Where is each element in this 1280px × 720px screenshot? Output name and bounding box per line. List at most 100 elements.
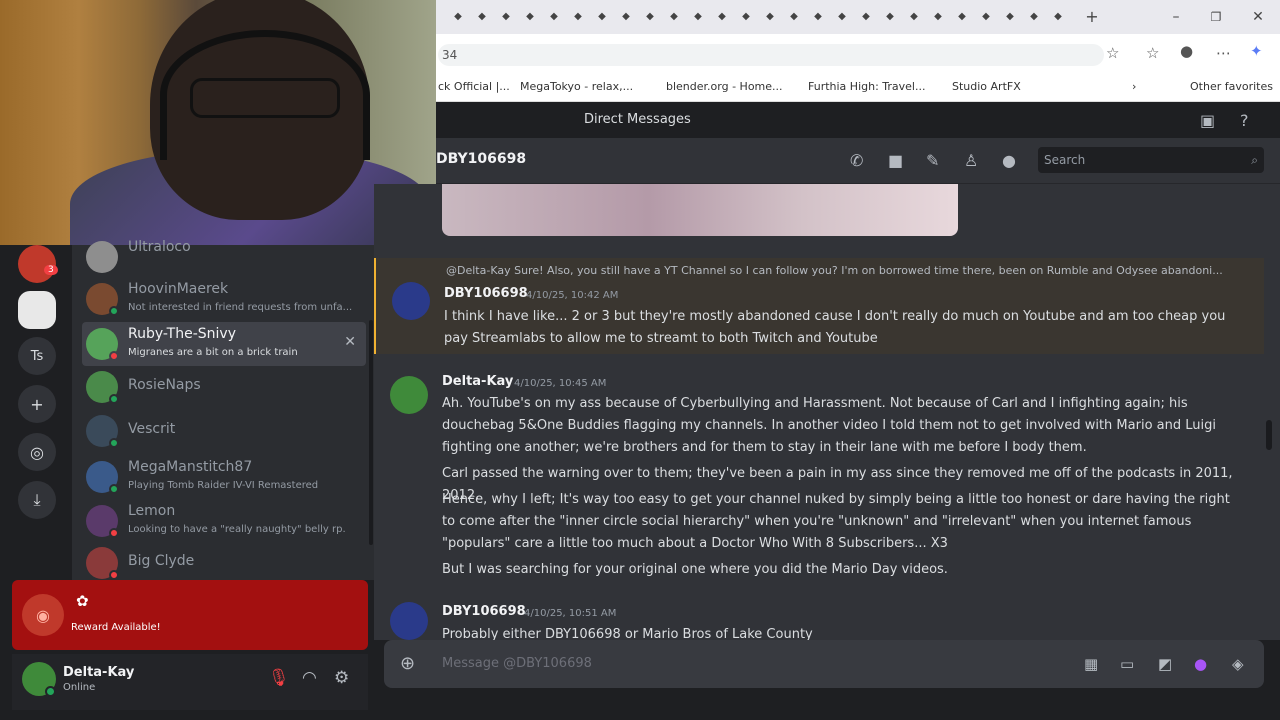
browser-tab[interactable]: ◆ xyxy=(688,7,708,27)
browser-tab[interactable]: ◆ xyxy=(904,7,924,27)
message-author[interactable]: Delta-Kay xyxy=(442,374,513,389)
browser-tab[interactable]: ◆ xyxy=(1024,7,1044,27)
more-menu-icon[interactable]: ⋯ xyxy=(1216,44,1231,62)
dm-item[interactable]: Ultraloco xyxy=(82,235,366,279)
bookmark-item[interactable]: Furthia High: Travel... xyxy=(808,80,925,93)
server-icon[interactable]: Ts xyxy=(18,337,56,375)
inbox-icon[interactable]: ▣ xyxy=(1200,111,1215,130)
profile-icon[interactable]: ● xyxy=(1180,42,1193,60)
browser-tab[interactable]: ◆ xyxy=(928,7,948,27)
search-input[interactable]: Search ⌕ xyxy=(1038,147,1264,173)
discover-icon[interactable]: ◎ xyxy=(18,433,56,471)
bookmark-item[interactable]: ck Official |... xyxy=(438,80,510,93)
browser-tab[interactable]: ◆ xyxy=(760,7,780,27)
server-icon[interactable] xyxy=(18,291,56,329)
video-icon[interactable]: ■ xyxy=(888,151,903,170)
dm-item[interactable]: RosieNaps xyxy=(82,365,366,409)
message-text: But I was searching for your original on… xyxy=(442,562,948,577)
mute-icon[interactable]: 🎙 xyxy=(268,668,290,688)
attach-icon[interactable]: ⊕ xyxy=(400,653,415,674)
user-status: Online xyxy=(63,682,96,693)
download-icon[interactable]: ⤓ xyxy=(18,481,56,519)
browser-tab[interactable]: ◆ xyxy=(616,7,636,27)
headphones-icon[interactable]: ◠ xyxy=(302,668,317,688)
avatar[interactable] xyxy=(392,282,430,320)
chat-header: DBY106698 ✆ ■ ✎ ♙ ● Search ⌕ xyxy=(436,138,1280,184)
bookmark-item[interactable]: Studio ArtFX xyxy=(952,80,1021,93)
dm-name: Big Clyde xyxy=(128,553,195,569)
browser-tab[interactable]: ◆ xyxy=(808,7,828,27)
browser-tab[interactable]: ◆ xyxy=(640,7,660,27)
message-highlighted: @Delta-Kay Sure! Also, you still have a … xyxy=(374,258,1264,354)
browser-tab[interactable]: ◆ xyxy=(568,7,588,27)
browser-tab[interactable]: ◆ xyxy=(880,7,900,27)
dm-item-selected[interactable]: Ruby-The-Snivy Migranes are a bit on a b… xyxy=(82,322,366,366)
gift-icon[interactable]: ▦ xyxy=(1084,655,1098,673)
dm-item[interactable]: Big Clyde xyxy=(82,541,366,585)
server-icon[interactable]: 3 xyxy=(18,245,58,283)
bookmark-item[interactable]: Other favorites xyxy=(1190,80,1273,93)
bookmark-item[interactable]: blender.org - Home... xyxy=(666,80,783,93)
browser-tab[interactable]: ◆ xyxy=(832,7,852,27)
copilot-icon[interactable]: ✦ xyxy=(1250,42,1263,60)
help-icon[interactable]: ? xyxy=(1240,111,1249,130)
dm-item[interactable]: Lemon Looking to have a "really naughty"… xyxy=(82,499,366,543)
apps-icon[interactable]: ◈ xyxy=(1232,655,1244,673)
message-composer[interactable]: ⊕ Message @DBY106698 ▦ ▭ ◩ ● ◈ xyxy=(384,640,1264,688)
browser-tab[interactable]: ◆ xyxy=(856,7,876,27)
browser-tab[interactable]: ◆ xyxy=(592,7,612,27)
dm-status-text: Playing Tomb Raider IV-VI Remastered xyxy=(128,480,319,491)
close-dm-icon[interactable]: ✕ xyxy=(344,334,356,350)
browser-tab[interactable]: ◆ xyxy=(1000,7,1020,27)
maximize-icon[interactable]: ❐ xyxy=(1206,7,1226,27)
browser-tab[interactable]: ◆ xyxy=(544,7,564,27)
dm-name: RosieNaps xyxy=(128,377,201,393)
message-author[interactable]: DBY106698 xyxy=(444,286,528,301)
dm-item[interactable]: HoovinMaerek Not interested in friend re… xyxy=(82,277,366,321)
favorites-icon[interactable]: ☆ xyxy=(1146,44,1159,62)
dm-name: Ruby-The-Snivy xyxy=(128,326,236,342)
chevron-right-icon[interactable]: › xyxy=(1132,80,1136,93)
close-window-icon[interactable]: ✕ xyxy=(1248,7,1268,27)
add-friend-icon[interactable]: ♙ xyxy=(964,151,978,170)
dm-item[interactable]: MegaManstitch87 Playing Tomb Raider IV-V… xyxy=(82,455,366,499)
message-author[interactable]: DBY106698 xyxy=(442,604,526,619)
gif-icon[interactable]: ▭ xyxy=(1120,655,1134,673)
browser-tab[interactable]: ◆ xyxy=(952,7,972,27)
reward-banner[interactable]: ◉ ✿ Reward Available! xyxy=(12,580,368,650)
emoji-icon[interactable]: ● xyxy=(1194,655,1207,673)
add-server-icon[interactable]: + xyxy=(18,385,56,423)
browser-tab[interactable]: ◆ xyxy=(496,7,516,27)
dm-status-text: Migranes are a bit on a brick train xyxy=(128,347,298,358)
browser-tab[interactable]: ◆ xyxy=(664,7,684,27)
bookmarks-bar: ck Official |... MegaTokyo - relax,... b… xyxy=(436,74,1280,102)
browser-tab[interactable]: ◆ xyxy=(976,7,996,27)
star-icon[interactable]: ☆ xyxy=(1106,44,1119,62)
scrollbar[interactable] xyxy=(1266,420,1272,450)
settings-icon[interactable]: ⚙ xyxy=(334,668,349,688)
avatar[interactable] xyxy=(390,376,428,414)
browser-tab[interactable]: ◆ xyxy=(736,7,756,27)
browser-tab[interactable]: ◆ xyxy=(448,7,468,27)
avatar[interactable] xyxy=(390,602,428,640)
bookmark-item[interactable]: MegaTokyo - relax,... xyxy=(520,80,633,93)
profile-icon[interactable]: ● xyxy=(1002,151,1016,170)
status-indicator xyxy=(45,686,56,697)
pin-icon[interactable]: ✎ xyxy=(926,151,939,170)
reply-preview[interactable]: @Delta-Kay Sure! Also, you still have a … xyxy=(446,264,1246,277)
browser-tab[interactable]: ◆ xyxy=(1048,7,1068,27)
status-indicator xyxy=(109,438,119,448)
sticker-icon[interactable]: ◩ xyxy=(1158,655,1172,673)
new-tab-icon[interactable]: + xyxy=(1082,7,1102,27)
browser-tab[interactable]: ◆ xyxy=(784,7,804,27)
image-attachment[interactable] xyxy=(442,184,958,236)
browser-tab[interactable]: ◆ xyxy=(472,7,492,27)
call-icon[interactable]: ✆ xyxy=(850,151,863,170)
address-bar[interactable]: 34 xyxy=(438,44,1104,66)
message-input[interactable]: Message @DBY106698 xyxy=(442,656,592,671)
browser-tab[interactable]: ◆ xyxy=(520,7,540,27)
dm-item[interactable]: Vescrit xyxy=(82,409,366,453)
scrollbar[interactable] xyxy=(369,320,373,545)
minimize-icon[interactable]: – xyxy=(1166,7,1186,27)
browser-tab[interactable]: ◆ xyxy=(712,7,732,27)
